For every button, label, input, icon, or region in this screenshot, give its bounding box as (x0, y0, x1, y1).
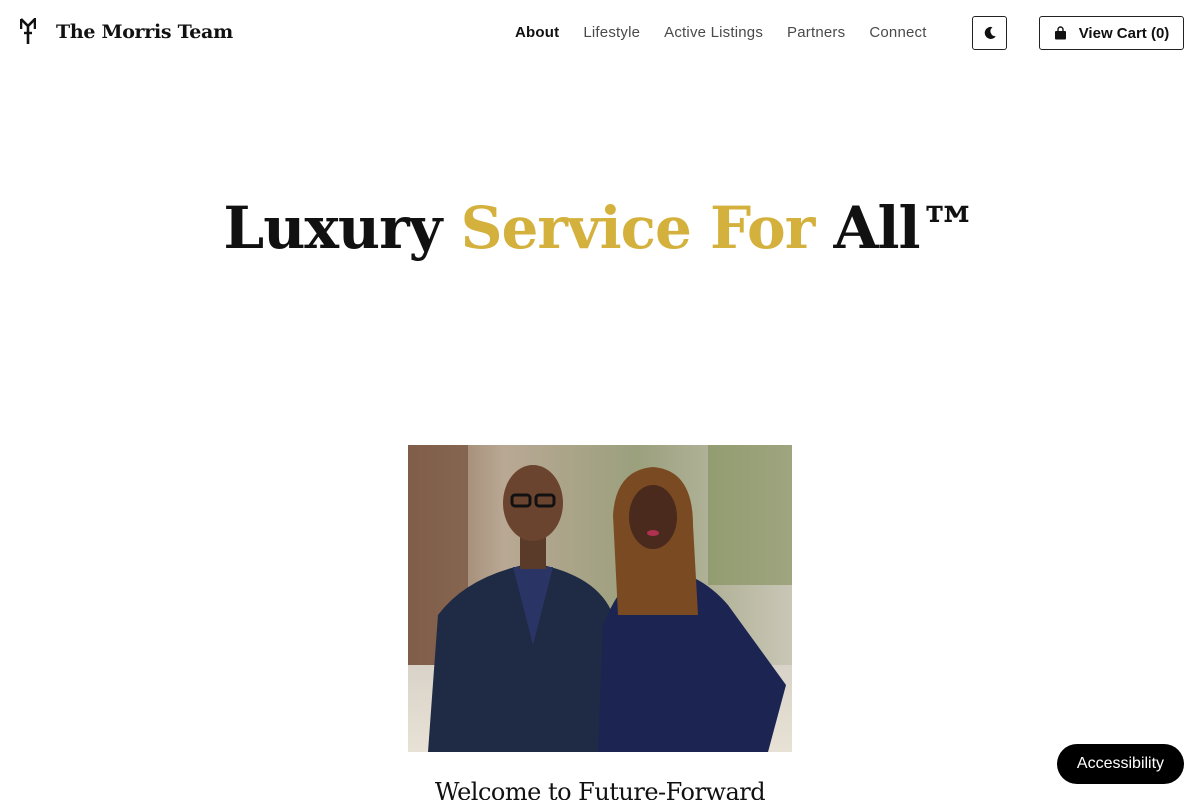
nav-connect[interactable]: Connect (869, 24, 926, 41)
brand-name: The Morris Team (56, 21, 233, 43)
team-photo-image (408, 445, 792, 752)
shopping-bag-icon (1054, 26, 1066, 40)
nav-active-listings[interactable]: Active Listings (664, 24, 763, 41)
welcome-heading: Welcome to Future-Forward (434, 778, 766, 800)
nav-partners[interactable]: Partners (787, 24, 845, 41)
main-nav: About Lifestyle Active Listings Partners… (515, 24, 927, 41)
moon-icon (984, 26, 996, 39)
page: The Morris Team About Lifestyle Active L… (0, 0, 1200, 800)
hero-title-accent: Service For (460, 194, 816, 262)
site-header: The Morris Team About Lifestyle Active L… (0, 0, 1200, 66)
hero-title-part1: Luxury (223, 194, 461, 262)
accessibility-button[interactable]: Accessibility (1057, 744, 1184, 784)
nav-lifestyle[interactable]: Lifestyle (583, 24, 640, 41)
theme-toggle-button[interactable] (972, 16, 1007, 50)
nav-about[interactable]: About (515, 24, 559, 41)
brand-logo-link[interactable]: The Morris Team (20, 18, 233, 46)
team-photo (408, 445, 792, 752)
morris-monogram-icon (20, 18, 36, 44)
cart-label: View Cart (0) (1078, 24, 1170, 42)
hero-title-part2: All™ (814, 194, 978, 262)
hero-title: Luxury Service For All™ (0, 188, 1200, 268)
view-cart-button[interactable]: View Cart (0) (1039, 16, 1184, 50)
